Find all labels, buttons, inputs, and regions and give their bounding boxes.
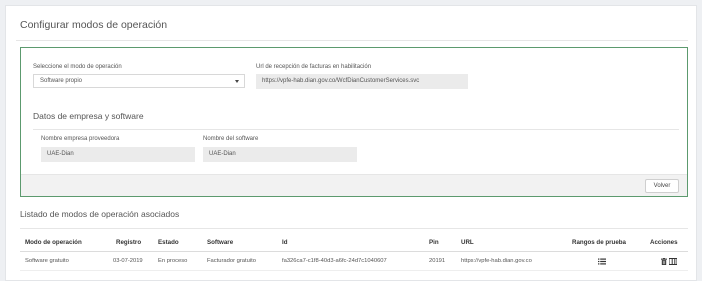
chevron-down-icon — [235, 80, 239, 83]
company-section-title: Datos de empresa y software — [33, 111, 144, 121]
operation-modes-card: Configurar modos de operación Seleccione… — [5, 5, 697, 281]
cell-pin: 20191 — [429, 258, 446, 264]
url-label: Url de recepción de facturas en habilita… — [256, 64, 372, 70]
mode-select-label: Seleccione el modo de operación — [33, 64, 122, 70]
column-header-id: Id — [282, 239, 288, 246]
column-header-actions: Acciones — [650, 239, 678, 246]
list-icon[interactable] — [598, 258, 606, 265]
page-title: Configurar modos de operación — [20, 19, 168, 31]
cell-url: https://vpfe-hab.dian.gov.co — [461, 258, 532, 264]
column-header-mode: Modo de operación — [25, 239, 82, 246]
url-field: https://vpfe-hab.dian.gov.co/WcfDianCust… — [256, 74, 468, 89]
columns-icon[interactable] — [669, 258, 677, 265]
provider-label: Nombre empresa proveedora — [41, 136, 120, 142]
list-divider — [20, 228, 688, 229]
cell-registered: 03-07-2019 — [113, 258, 143, 264]
cell-status: En proceso — [158, 258, 188, 264]
title-divider — [16, 40, 688, 41]
column-header-status: Estado — [158, 239, 179, 246]
mode-select[interactable]: Software propio — [33, 74, 245, 88]
software-name-label: Nombre del software — [203, 136, 259, 142]
list-title: Listado de modos de operación asociados — [20, 209, 180, 219]
column-header-registered: Registro — [116, 239, 142, 246]
cell-mode: Software gratuito — [25, 258, 69, 264]
cell-id: fa326ca7-c1f8-40d3-a6fc-24d7c1040607 — [282, 258, 387, 264]
column-header-url: URL — [461, 239, 474, 246]
column-header-software: Software — [207, 239, 234, 246]
delete-icon[interactable] — [661, 258, 667, 265]
table-row-divider — [20, 270, 688, 271]
back-button[interactable]: Volver — [645, 179, 679, 193]
column-header-test-ranges: Rangos de prueba — [572, 239, 626, 246]
cell-software: Facturador gratuito — [207, 258, 256, 264]
configuration-panel: Seleccione el modo de operación Software… — [20, 47, 688, 197]
table-header-divider — [20, 251, 688, 252]
panel-footer: Volver — [21, 174, 687, 196]
section-divider — [33, 129, 679, 130]
mode-select-value: Software propio — [40, 78, 83, 84]
provider-field: UAE-Dian — [41, 147, 195, 162]
software-name-field: UAE-Dian — [203, 147, 357, 162]
column-header-pin: Pin — [429, 239, 439, 246]
